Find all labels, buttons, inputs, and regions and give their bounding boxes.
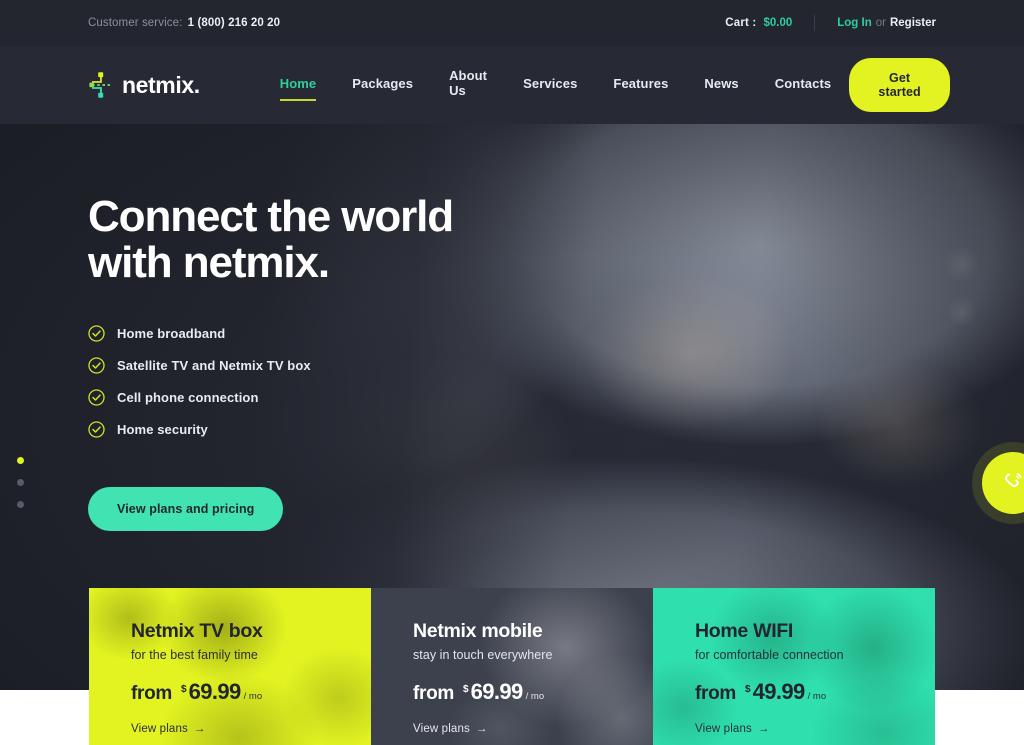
nav-item-features[interactable]: Features — [613, 76, 668, 95]
price-from-label: from — [695, 683, 737, 704]
logo[interactable]: netmix. — [88, 70, 200, 100]
nav-item-services[interactable]: Services — [523, 76, 577, 95]
get-started-button[interactable]: Get started — [849, 58, 950, 112]
plan-cards: Netmix TV box for the best family time f… — [89, 588, 935, 745]
price-currency: $ — [745, 684, 751, 695]
check-circle-icon — [88, 357, 105, 375]
utility-topbar: Customer service: 1 (800) 216 20 20 Cart… — [0, 0, 1024, 46]
card-view-plans-link[interactable]: View plans → — [131, 723, 206, 735]
main-nav: Home Packages About Us Services Features… — [262, 68, 849, 102]
price-value: 69.99 — [470, 679, 524, 704]
login-link[interactable]: Log In — [837, 17, 872, 29]
price-from-label: from — [413, 683, 455, 704]
customer-service-label: Customer service: — [88, 17, 183, 29]
card-content: Netmix TV box for the best family time f… — [131, 620, 371, 737]
plan-card-home-wifi[interactable]: Home WIFI for comfortable connection fro… — [653, 588, 935, 745]
hero-content: Connect the world with netmix. Home broa… — [88, 192, 454, 532]
card-title: Home WIFI — [695, 620, 794, 642]
price-period: / mo — [243, 691, 263, 702]
plan-card-netmix-mobile[interactable]: Netmix mobile stay in touch everywhere f… — [371, 588, 653, 745]
slider-dot-1[interactable] — [17, 457, 24, 464]
hero-title: Connect the world with netmix. — [88, 192, 454, 288]
feature-item: Cell phone connection — [88, 389, 453, 407]
price-value: 49.99 — [752, 679, 806, 704]
site-header: netmix. Home Packages About Us Services … — [0, 46, 1024, 124]
slider-dot-3[interactable] — [17, 501, 24, 508]
feature-label: Satellite TV and Netmix TV box — [117, 358, 311, 374]
card-view-plans-link[interactable]: View plans → — [695, 723, 770, 735]
card-view-plans-link[interactable]: View plans → — [413, 723, 488, 735]
topbar-actions: Cart : $0.00 Log In or Register — [725, 15, 936, 31]
price-from-label: from — [131, 683, 173, 704]
card-subtitle: for comfortable connection — [695, 648, 844, 662]
feature-item: Satellite TV and Netmix TV box — [88, 357, 453, 375]
card-price: from $ 69.99 / mo — [413, 679, 653, 705]
nav-item-home[interactable]: Home — [279, 76, 317, 101]
nav-item-contacts[interactable]: Contacts — [775, 76, 831, 95]
card-subtitle: for the best family time — [131, 648, 258, 662]
nav-item-news[interactable]: News — [704, 76, 738, 95]
view-plans-and-pricing-button[interactable]: View plans and pricing — [88, 487, 284, 532]
logo-text: netmix. — [122, 71, 200, 98]
customer-service-phone[interactable]: 1 (800) 216 20 20 — [188, 17, 281, 29]
check-circle-icon — [88, 325, 105, 343]
price-value: 69.99 — [188, 679, 242, 704]
customer-service: Customer service: 1 (800) 216 20 20 — [88, 17, 280, 29]
nav-item-about-us[interactable]: About Us — [449, 68, 487, 102]
arrow-right-icon: → — [475, 723, 488, 735]
phone-call-icon — [1002, 471, 1024, 496]
price-period: / mo — [525, 691, 545, 702]
arrow-right-icon: → — [193, 723, 206, 735]
card-view-plans-label: View plans — [695, 723, 752, 735]
card-view-plans-label: View plans — [131, 723, 188, 735]
card-content: Home WIFI for comfortable connection fro… — [695, 620, 935, 737]
feature-label: Cell phone connection — [117, 390, 259, 406]
card-view-plans-label: View plans — [413, 723, 470, 735]
arrow-right-icon: → — [757, 723, 770, 735]
register-link[interactable]: Register — [890, 17, 936, 29]
nav-item-packages[interactable]: Packages — [352, 76, 413, 95]
cart-amount[interactable]: $0.00 — [763, 17, 792, 29]
card-title: Netmix TV box — [131, 620, 263, 642]
topbar-divider — [814, 15, 816, 31]
check-circle-icon — [88, 421, 105, 439]
price-currency: $ — [463, 684, 469, 695]
feature-item: Home security — [88, 421, 453, 439]
card-title: Netmix mobile — [413, 620, 543, 642]
card-subtitle: stay in touch everywhere — [413, 648, 553, 662]
plan-card-netmix-tv-box[interactable]: Netmix TV box for the best family time f… — [89, 588, 371, 745]
page-root: Customer service: 1 (800) 216 20 20 Cart… — [0, 0, 1024, 745]
or-label: or — [875, 17, 886, 29]
hero-feature-list: Home broadband Satellite TV and Netmix T… — [88, 325, 453, 439]
cart-label: Cart : — [725, 17, 757, 29]
card-content: Netmix mobile stay in touch everywhere f… — [413, 620, 653, 737]
price-period: / mo — [807, 691, 827, 702]
feature-label: Home security — [117, 422, 208, 438]
check-circle-icon — [88, 389, 105, 407]
slider-dot-2[interactable] — [17, 479, 24, 486]
card-price: from $ 49.99 / mo — [695, 679, 935, 705]
card-price: from $ 69.99 / mo — [131, 679, 371, 705]
hero-slider-dots — [17, 457, 24, 523]
price-currency: $ — [181, 684, 187, 695]
feature-item: Home broadband — [88, 325, 453, 343]
feature-label: Home broadband — [117, 326, 226, 342]
network-node-icon — [88, 70, 114, 100]
